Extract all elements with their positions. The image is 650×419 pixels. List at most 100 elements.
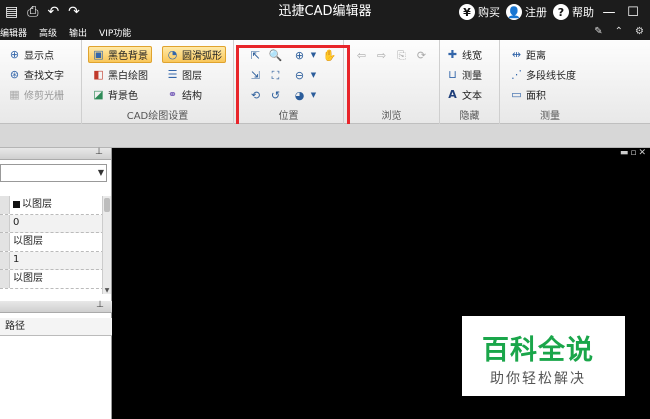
group-label-hide: 隐藏 (459, 111, 480, 122)
property-row[interactable]: 以图层 (0, 233, 104, 252)
left-panel: ⊥ ▼ 以图层 0 以图层 1 以图层 ▼ ⊥ 路径 (0, 147, 112, 419)
smooth-arc-button[interactable]: ◔ 圆滑弧形 (162, 46, 226, 63)
ribbon-group-browse: ⇦ ⇨ ⎘ ⟳ 浏览 (344, 40, 440, 124)
quick-access-toolbar: ▤ ⎙ ↶ ↷ (0, 0, 80, 24)
ribbon-group-measure: ⇹ 距离 ⋰ 多段线长度 ▭ 面积 测量 (500, 40, 600, 124)
polyline-length-icon: ⋰ (511, 68, 522, 81)
text-button[interactable]: A 文本 (446, 86, 482, 103)
text-label: 文本 (462, 91, 482, 102)
trim-raster-button[interactable]: ▦ 修剪光栅 (8, 86, 64, 103)
object-selector-dropdown[interactable]: ▼ (0, 164, 107, 182)
tab-strip (0, 124, 650, 148)
area-label: 面积 (526, 91, 546, 102)
menu-editor[interactable]: 编辑器 (0, 26, 33, 39)
maximize-icon[interactable]: ☐ (624, 5, 642, 20)
settings-icon[interactable]: ⚙ (635, 24, 644, 40)
pin-icon[interactable]: ⊥ (95, 147, 103, 157)
trim-raster-label: 修剪光栅 (24, 91, 64, 102)
find-text-button[interactable]: ⊛ 查找文字 (8, 66, 64, 83)
user-icon: 👤 (506, 4, 522, 20)
line-width-icon: ✚ (447, 48, 458, 61)
redo-icon[interactable]: ↷ (68, 0, 80, 24)
property-row[interactable]: 以图层 (0, 270, 104, 289)
help-icon: ? (553, 4, 569, 20)
minimize-icon[interactable]: — (600, 5, 618, 20)
register-label: 注册 (525, 6, 547, 19)
structure-label: 结构 (182, 91, 202, 102)
properties-panel-header: ⊥ (0, 147, 111, 160)
line-width-button[interactable]: ✚ 线宽 (446, 46, 482, 63)
ribbon-group-cad-settings: ▣ 黑色背景 ◔ 圆滑弧形 ◧ 黑白绘图 ☰ 图层 ◪ 背景色 ⚭ 结构 CAD… (82, 40, 234, 124)
menu-vip[interactable]: VIP功能 (99, 26, 137, 39)
black-background-button[interactable]: ▣ 黑色背景 (88, 46, 152, 63)
print-icon[interactable]: ⎙ (27, 0, 38, 24)
scroll-down-icon[interactable]: ▼ (103, 287, 111, 294)
structure-button[interactable]: ⚭ 结构 (166, 86, 202, 103)
background-color-button[interactable]: ◪ 背景色 (92, 86, 138, 103)
polyline-length-label: 多段线长度 (526, 71, 576, 82)
distance-icon: ⇹ (511, 48, 522, 61)
layers-button[interactable]: ☰ 图层 (166, 66, 202, 83)
distance-button[interactable]: ⇹ 距离 (510, 46, 546, 63)
distance-label: 距离 (526, 51, 546, 62)
smooth-arc-icon: ◔ (167, 48, 178, 61)
buy-label: 购买 (478, 6, 500, 19)
ribbon-group-hide: ✚ 线宽 ⊔ 测量 A 文本 隐藏 (440, 40, 500, 124)
text-icon: A (448, 88, 457, 101)
layers-label: 图层 (182, 71, 202, 82)
structure-icon: ⚭ (167, 88, 178, 101)
scroll-thumb[interactable] (104, 198, 110, 212)
refresh-icon[interactable]: ⟳ (414, 48, 429, 63)
area-button[interactable]: ▭ 面积 (510, 86, 546, 103)
area-icon: ▭ (511, 88, 522, 101)
forward-icon[interactable]: ⇨ (374, 48, 389, 63)
trim-raster-icon: ▦ (9, 88, 20, 101)
files-panel-header: ⊥ (0, 300, 112, 313)
group-label-measure: 测量 (540, 111, 560, 122)
help-button[interactable]: ? 帮助 (553, 4, 594, 20)
line-width-label: 线宽 (462, 51, 482, 62)
background-color-label: 背景色 (108, 91, 138, 102)
bw-drawing-button[interactable]: ◧ 黑白绘图 (92, 66, 148, 83)
polyline-length-button[interactable]: ⋰ 多段线长度 (510, 66, 576, 83)
pin-icon[interactable]: ⊥ (96, 300, 104, 310)
title-bar: ▤ ⎙ ↶ ↷ 迅捷CAD编辑器 ¥ 购买 👤 注册 ? 帮助 — ☐ (0, 0, 650, 24)
show-points-icon: ⊕ (9, 48, 20, 61)
yen-icon: ¥ (459, 4, 475, 20)
layers-icon: ☰ (167, 68, 178, 81)
find-text-label: 查找文字 (24, 71, 64, 82)
properties-scrollbar[interactable]: ▼ (102, 196, 111, 294)
menu-advanced[interactable]: 高级 (39, 26, 63, 39)
export-icon[interactable]: ⎘ (394, 48, 409, 63)
measure-button[interactable]: ⊔ 测量 (446, 66, 482, 83)
smooth-arc-label: 圆滑弧形 (182, 51, 222, 62)
menu-output[interactable]: 输出 (69, 26, 93, 39)
collapse-ribbon-icon[interactable]: ⌃ (615, 24, 623, 40)
chevron-down-icon: ▼ (97, 168, 104, 177)
highlight-box (236, 45, 350, 132)
undo-icon[interactable]: ↶ (47, 0, 59, 24)
find-text-icon: ⊛ (9, 68, 20, 81)
title-actions: ¥ 购买 👤 注册 ? 帮助 — ☐ (459, 0, 650, 24)
help-label: 帮助 (572, 6, 594, 19)
property-row[interactable]: 0 (0, 214, 104, 233)
group-label-cad-settings: CAD绘图设置 (126, 111, 189, 122)
register-button[interactable]: 👤 注册 (506, 4, 547, 20)
show-points-button[interactable]: ⊕ 显示点 (8, 46, 54, 63)
measure-label: 测量 (462, 71, 482, 82)
watermark-logo: 百科全说 助你轻松解决 (462, 316, 625, 396)
save-icon[interactable]: ▤ (5, 0, 18, 24)
property-row[interactable]: 以图层 (0, 196, 104, 215)
bw-drawing-icon: ◧ (93, 68, 104, 81)
skin-icon[interactable]: ✎ (594, 24, 602, 40)
buy-button[interactable]: ¥ 购买 (459, 4, 500, 20)
ribbon-group-display: ⊕ 显示点 ⊛ 查找文字 ▦ 修剪光栅 (0, 40, 82, 124)
measure-icon: ⊔ (448, 68, 457, 81)
menu-right-icons: ✎ ⌃ ⚙ (594, 24, 644, 40)
property-row[interactable]: 1 (0, 251, 104, 270)
black-background-label: 黑色背景 (108, 51, 148, 62)
canvas-window-controls[interactable]: ▬▫✕ (620, 148, 648, 158)
back-icon[interactable]: ⇦ (354, 48, 369, 63)
properties-grid: 以图层 0 以图层 1 以图层 (0, 196, 104, 294)
show-points-label: 显示点 (24, 51, 54, 62)
